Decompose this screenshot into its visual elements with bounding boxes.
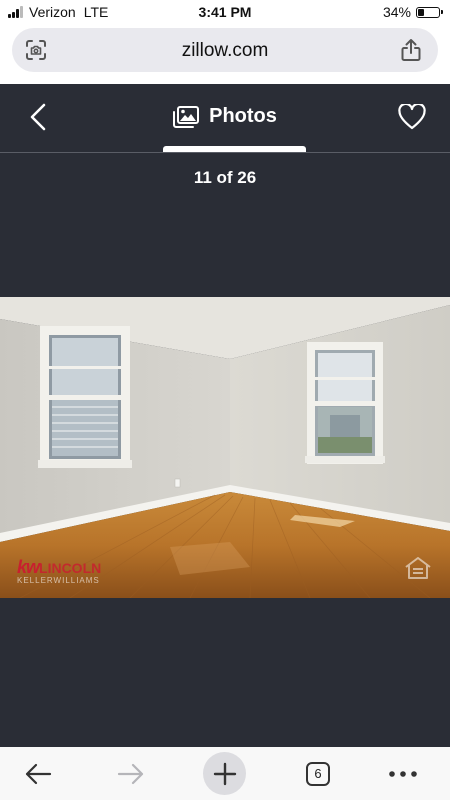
url-text[interactable]: zillow.com [12,40,438,62]
heart-icon[interactable] [398,104,426,130]
battery-icon [416,6,443,18]
status-right: 34% [382,4,443,20]
browser-forward-button[interactable] [101,747,161,800]
browser-address-area: zillow.com [0,24,450,84]
arrow-right-icon [117,763,144,784]
share-icon[interactable] [400,38,422,62]
battery-percent: 34% [382,4,411,20]
tabs-button[interactable]: 6 [288,747,348,800]
gallery-header: Photos [0,84,450,153]
arrow-left-icon [25,763,52,784]
plus-icon [213,762,236,785]
gallery-title: Photos [209,105,277,127]
equal-housing-icon [405,557,431,579]
url-bar[interactable]: zillow.com [12,28,438,72]
brokerage-watermark: kw LINCOLN [17,557,101,578]
watermark-office: LINCOLN [39,560,102,576]
room-photo-graphic [0,297,450,598]
gallery-title-wrap[interactable]: Photos [0,105,450,128]
browser-toolbar: 6 [0,747,450,800]
watermark-subtext: KELLERWILLIAMS [17,576,100,585]
ellipsis-icon [389,770,417,777]
tabs-count: 6 [306,761,330,786]
status-bar: Verizon LTE 3:41 PM 34% [0,0,450,24]
more-options-button[interactable] [373,747,433,800]
property-photo[interactable] [0,297,450,598]
photos-icon [173,105,200,128]
photo-counter: 11 of 26 [193,168,257,187]
new-tab-button[interactable] [203,752,246,795]
watermark-brand: kw [17,557,40,577]
active-tab-indicator [163,146,306,152]
browser-back-button[interactable] [8,747,68,800]
